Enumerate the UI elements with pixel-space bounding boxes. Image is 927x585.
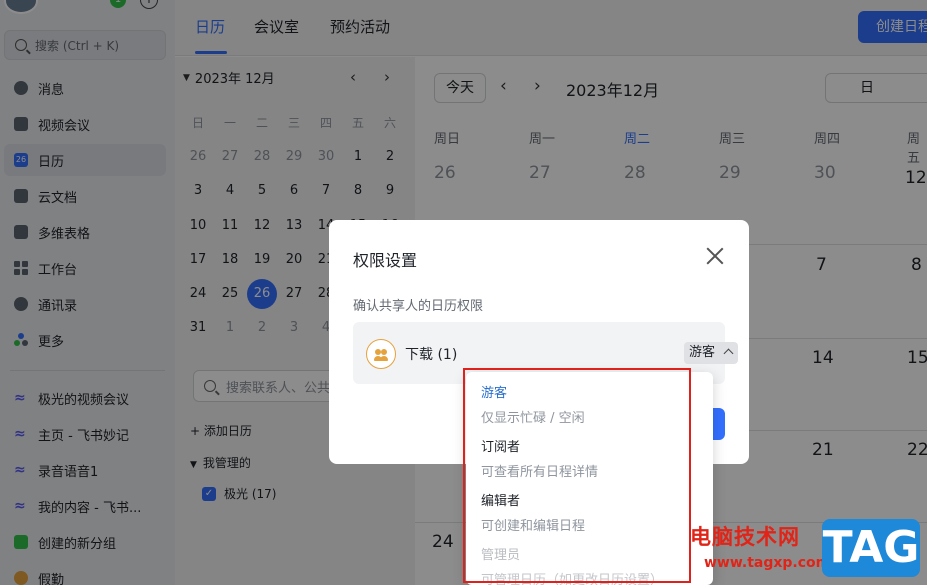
role-select-value: 游客 [689, 345, 716, 360]
watermark-logo: TAG [822, 519, 920, 577]
dialog-title: 权限设置 [353, 251, 418, 270]
chevron-up-icon [723, 348, 734, 359]
watermark-text: 电脑技术网 [690, 525, 800, 549]
role-select[interactable]: 游客 [684, 342, 738, 364]
confirm-button[interactable] [712, 408, 725, 440]
highlight-frame [463, 368, 691, 583]
group-users-icon [366, 339, 396, 369]
share-member-name: 下载 (1) [405, 347, 458, 363]
watermark-url: www.tagxp.com [704, 555, 831, 571]
close-icon[interactable] [705, 246, 725, 266]
dialog-subtitle: 确认共享人的日历权限 [353, 299, 484, 314]
